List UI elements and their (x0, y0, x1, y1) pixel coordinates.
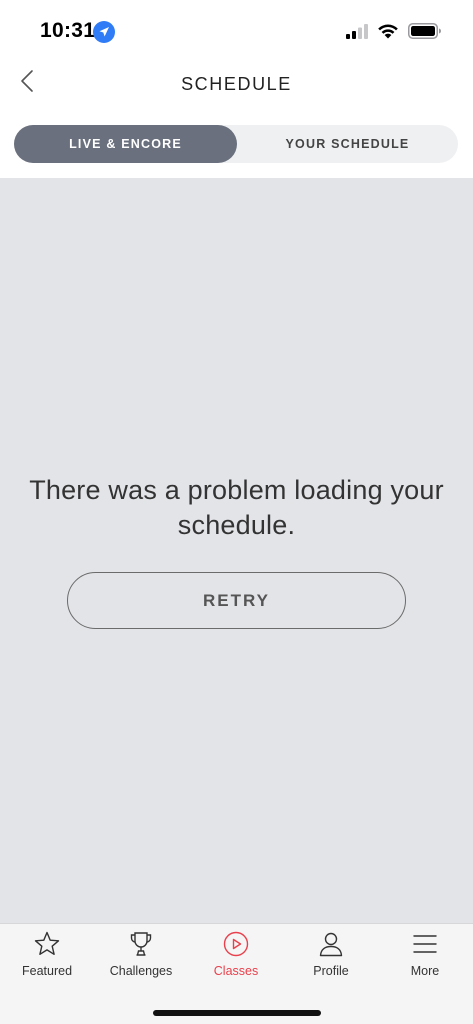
error-message: There was a problem loading your schedul… (29, 475, 444, 540)
status-time: 10:31 (40, 19, 96, 42)
tab-label: Featured (21, 964, 73, 978)
wifi-icon (377, 22, 399, 44)
star-icon (33, 930, 61, 958)
tab-label: Challenges (109, 964, 173, 978)
trophy-icon (127, 930, 155, 958)
tab-challenges[interactable]: Challenges (94, 930, 188, 986)
person-icon (317, 930, 345, 958)
tab-classes[interactable]: Classes (189, 930, 283, 986)
tab-label: Classes (213, 964, 259, 978)
tab-live-and-encore[interactable]: LIVE & ENCORE (14, 125, 237, 163)
tab-your-schedule[interactable]: YOUR SCHEDULE (237, 125, 458, 163)
hamburger-menu-icon (411, 930, 439, 958)
tab-label: Profile (313, 964, 349, 978)
tab-label: More (410, 964, 440, 978)
location-arrow-icon (93, 21, 115, 43)
status-bar: 10:31 (0, 0, 473, 62)
home-indicator[interactable] (153, 1010, 321, 1016)
cellular-signal-icon (346, 24, 370, 44)
tab-featured[interactable]: Featured (0, 930, 94, 986)
battery-icon (408, 23, 442, 44)
tab-profile[interactable]: Profile (284, 930, 378, 986)
retry-button[interactable]: RETRY (67, 572, 406, 629)
nav-bar: SCHEDULE (0, 62, 473, 110)
bottom-tab-bar: Featured Challenges Classes Profile More (0, 923, 473, 1024)
schedule-content: There was a problem loading your schedul… (0, 178, 473, 923)
play-circle-icon (222, 930, 250, 958)
schedule-screen: 10:31 SCHEDULE LIVE & ENCORE YOUR SCHEDU… (0, 0, 473, 1024)
page-title: SCHEDULE (181, 74, 292, 94)
schedule-segmented-control: LIVE & ENCORE YOUR SCHEDULE (14, 125, 458, 163)
tab-more[interactable]: More (378, 930, 472, 986)
